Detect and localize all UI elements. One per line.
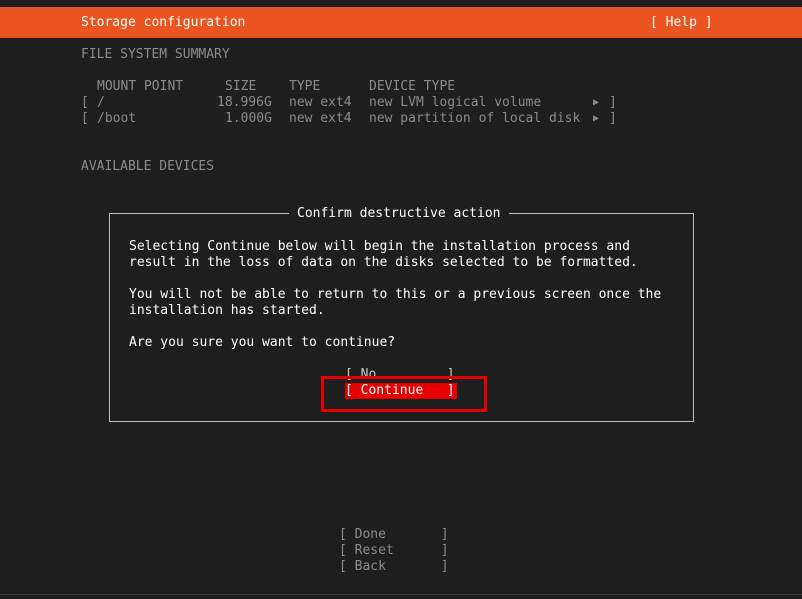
column-header-mount-point: MOUNT POINT (97, 79, 184, 94)
row-open-bracket: [ (81, 111, 89, 126)
row-open-bracket: [ (81, 95, 89, 110)
column-header-size: SIZE (225, 79, 257, 94)
dialog-message-line: result in the loss of data on the disks … (129, 255, 638, 270)
row-arrow-icon[interactable]: ▶ (593, 111, 599, 127)
dialog-message-line: Selecting Continue below will begin the … (129, 239, 630, 254)
row-close-bracket: ] (609, 111, 617, 126)
bottom-divider (0, 594, 802, 595)
dialog-question: Are you sure you want to continue? (129, 335, 396, 350)
page-title: Storage configuration (81, 15, 246, 30)
row-mount-point: / (97, 95, 105, 110)
header-bar: Storage configuration [ Help ] (0, 7, 802, 38)
column-header-type: TYPE (289, 79, 321, 94)
row-close-bracket: ] (609, 95, 617, 110)
row-type: new ext4 (289, 95, 352, 110)
available-devices-heading: AVAILABLE DEVICES (81, 159, 215, 174)
row-size: 1.000G (225, 111, 272, 126)
reset-button[interactable]: [ Reset ] (339, 543, 449, 559)
dialog-message-line: installation has started. (129, 303, 325, 318)
column-header-device-type: DEVICE TYPE (369, 79, 456, 94)
help-button[interactable]: [ Help ] (650, 15, 713, 31)
row-size: 18.996G (217, 95, 272, 110)
done-button[interactable]: [ Done ] (339, 527, 449, 543)
file-system-summary-heading: FILE SYSTEM SUMMARY (81, 47, 230, 62)
dialog-title: Confirm destructive action (289, 206, 509, 222)
row-arrow-icon[interactable]: ▶ (593, 95, 599, 111)
dialog-message-line: You will not be able to return to this o… (129, 287, 662, 302)
back-button[interactable]: [ Back ] (339, 559, 449, 575)
row-device-type: new partition of local disk (369, 111, 581, 126)
selection-highlight (321, 376, 487, 412)
row-mount-point: /boot (97, 111, 137, 126)
row-device-type: new LVM logical volume (369, 95, 542, 110)
row-type: new ext4 (289, 111, 352, 126)
